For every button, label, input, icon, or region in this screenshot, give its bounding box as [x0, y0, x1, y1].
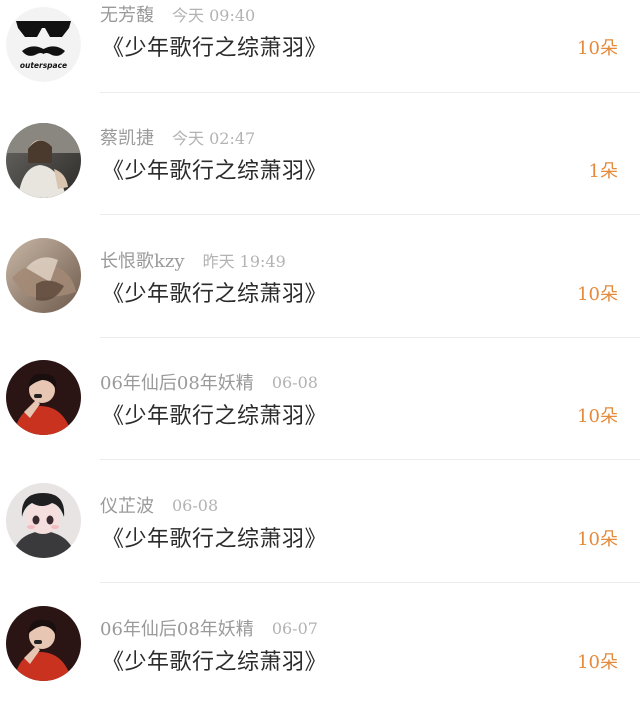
avatar[interactable]	[6, 238, 81, 313]
flower-count: 10朵	[577, 529, 618, 550]
flower-count: 1朵	[588, 161, 618, 182]
comment-meta: 长恨歌kzy 昨天 19:49	[100, 246, 286, 274]
comment-meta: 06年仙后08年妖精 06-07	[100, 614, 318, 642]
abstract-photo-icon	[6, 238, 81, 313]
timestamp: 06-07	[271, 618, 318, 638]
anime-character-icon	[6, 483, 81, 558]
divider	[100, 92, 640, 93]
comment-meta: 蔡凯捷 今天 02:47	[100, 123, 255, 151]
list-item[interactable]: 06年仙后08年妖精 06-07 《少年歌行之综萧羽》 10朵	[0, 606, 640, 705]
avatar[interactable]	[6, 606, 81, 681]
person-photo-icon	[6, 123, 81, 198]
timestamp: 昨天 19:49	[202, 252, 286, 271]
singer-photo-icon	[6, 606, 81, 681]
book-title[interactable]: 《少年歌行之综萧羽》	[102, 276, 327, 308]
flower-count: 10朵	[577, 652, 618, 673]
book-title[interactable]: 《少年歌行之综萧羽》	[102, 398, 327, 430]
avatar-logo-text: outerspace	[20, 61, 67, 70]
avatar[interactable]	[6, 483, 81, 558]
divider	[100, 337, 640, 338]
divider	[100, 582, 640, 583]
book-title[interactable]: 《少年歌行之综萧羽》	[102, 30, 327, 62]
list-item[interactable]: 蔡凯捷 今天 02:47 《少年歌行之综萧羽》 1朵	[0, 123, 640, 245]
flower-count: 10朵	[577, 406, 618, 427]
timestamp: 今天 09:40	[172, 6, 256, 25]
list-item[interactable]: 06年仙后08年妖精 06-08 《少年歌行之综萧羽》 10朵	[0, 360, 640, 490]
comment-list: outerspace 无芳馥 今天 09:40 《少年歌行之综萧羽》 10朵 蔡…	[0, 0, 640, 705]
divider	[100, 214, 640, 215]
timestamp: 06-08	[172, 495, 219, 515]
timestamp: 06-08	[271, 372, 318, 392]
flower-count: 10朵	[577, 38, 618, 59]
comment-meta: 仪芷波 06-08	[100, 491, 218, 519]
book-title[interactable]: 《少年歌行之综萧羽》	[102, 521, 327, 553]
list-item[interactable]: 仪芷波 06-08 《少年歌行之综萧羽》 10朵	[0, 483, 640, 613]
timestamp: 今天 02:47	[172, 129, 256, 148]
user-name[interactable]: 06年仙后08年妖精	[100, 615, 254, 641]
divider	[100, 459, 640, 460]
list-item[interactable]: 长恨歌kzy 昨天 19:49 《少年歌行之综萧羽》 10朵	[0, 238, 640, 368]
user-name[interactable]: 蔡凯捷	[100, 124, 154, 150]
user-name[interactable]: 无芳馥	[100, 1, 154, 27]
user-name[interactable]: 06年仙后08年妖精	[100, 369, 254, 395]
flower-count: 10朵	[577, 284, 618, 305]
comment-meta: 无芳馥 今天 09:40	[100, 0, 255, 28]
avatar[interactable]	[6, 123, 81, 198]
book-title[interactable]: 《少年歌行之综萧羽》	[102, 153, 327, 185]
book-title[interactable]: 《少年歌行之综萧羽》	[102, 644, 327, 676]
avatar[interactable]: outerspace	[6, 7, 81, 82]
user-name[interactable]: 仪芷波	[100, 492, 154, 518]
list-item[interactable]: outerspace 无芳馥 今天 09:40 《少年歌行之综萧羽》 10朵	[0, 0, 640, 122]
sunglasses-mustache-icon: outerspace	[6, 7, 81, 82]
singer-photo-icon	[6, 360, 81, 435]
avatar[interactable]	[6, 360, 81, 435]
user-name[interactable]: 长恨歌kzy	[100, 247, 185, 273]
comment-meta: 06年仙后08年妖精 06-08	[100, 368, 318, 396]
